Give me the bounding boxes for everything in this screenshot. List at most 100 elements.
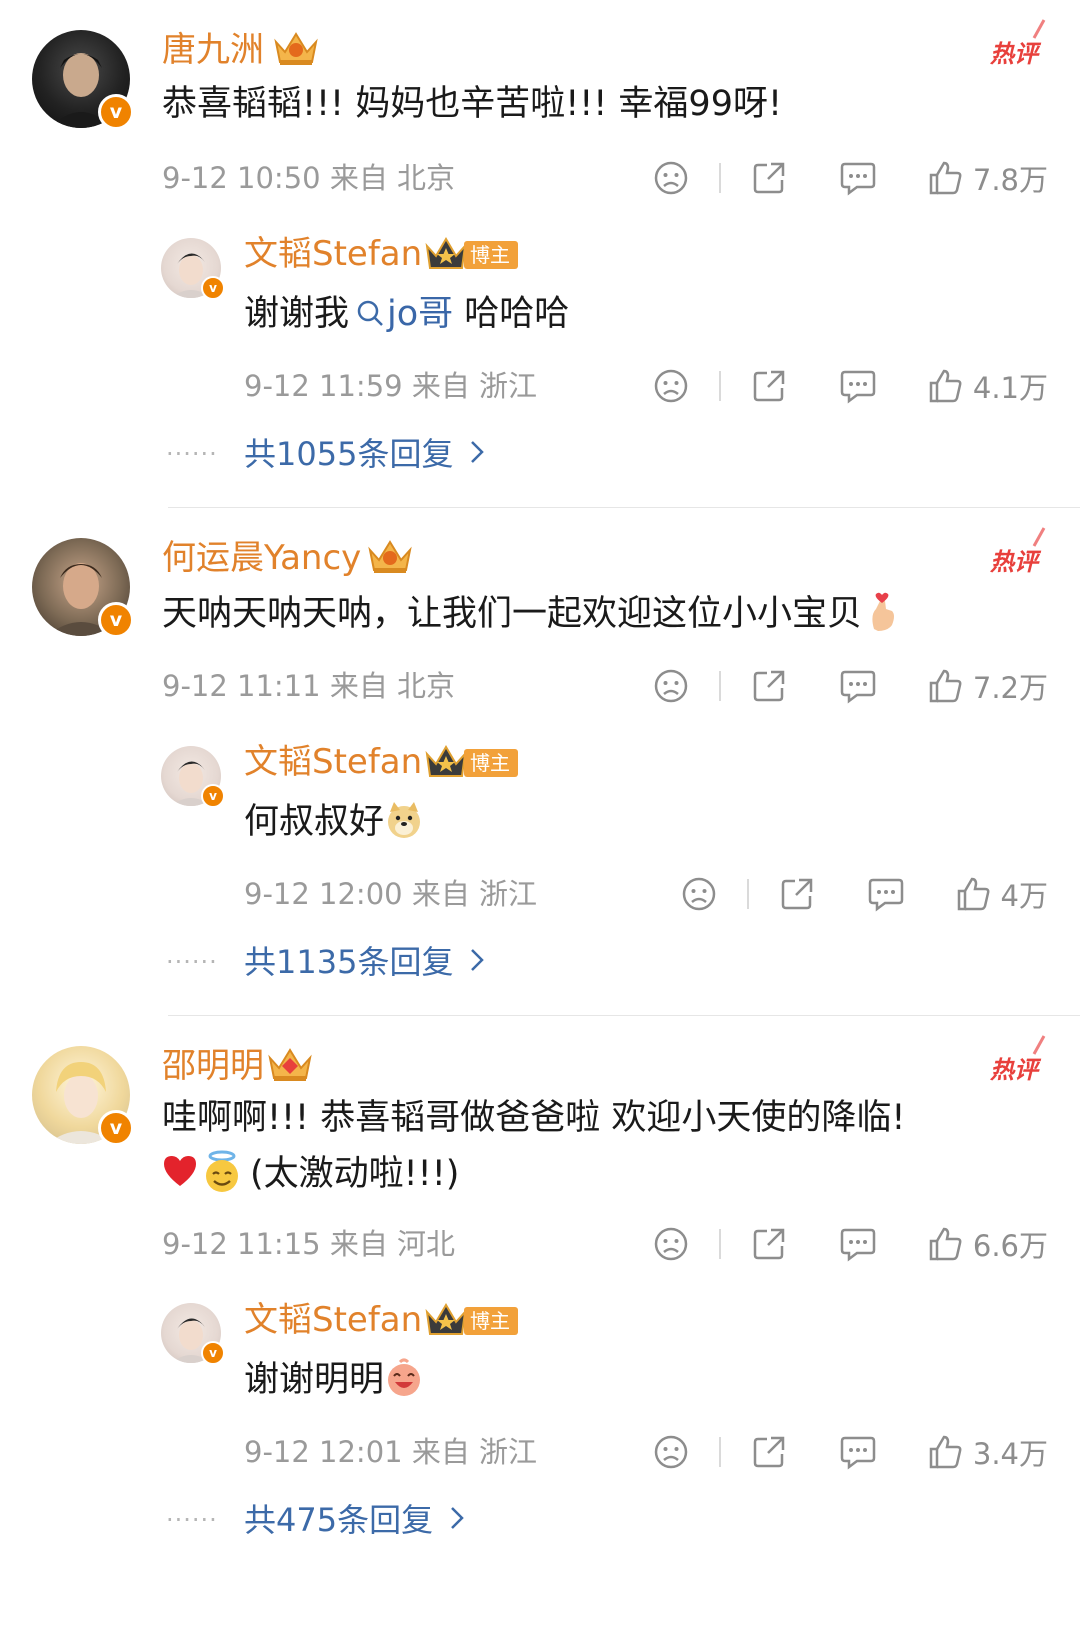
thumbs-up-icon[interactable] (927, 668, 963, 704)
comment-actions: 7.8万 (653, 158, 1048, 198)
like-count: 4.1万 (972, 371, 1048, 405)
sad-face-icon[interactable] (653, 1226, 689, 1262)
comment-icon[interactable] (839, 368, 877, 404)
laughing-emoji-icon (388, 1358, 421, 1396)
comment-icon[interactable] (839, 160, 877, 196)
verified-v-badge-icon: v (98, 1110, 134, 1146)
avatar[interactable]: v (161, 746, 225, 808)
dots-separator: ······ (166, 948, 218, 976)
comment-actions: 6.6万 (653, 1224, 1048, 1264)
angel-face-emoji-icon (206, 1150, 238, 1192)
thumbs-up-icon[interactable] (955, 876, 991, 912)
chevron-right-icon (471, 949, 485, 971)
crown-icon (274, 32, 318, 65)
hot-comment-badge: 热评 (990, 1035, 1046, 1085)
reply-actions: 3.4万 (653, 1432, 1048, 1472)
share-icon[interactable] (751, 160, 787, 196)
reply-meta: 9-12 12:01 来自 浙江 (244, 1435, 538, 1469)
avatar[interactable]: v (32, 538, 134, 638)
divider (746, 879, 749, 909)
comment-text-line-2: (太激动啦!!!) (162, 1146, 459, 1202)
thumbs-up-icon[interactable] (927, 1226, 963, 1262)
divider (718, 1229, 721, 1259)
reply-username[interactable]: 文韬Stefan (244, 234, 422, 274)
reply-username[interactable]: 文韬Stefan (244, 742, 422, 782)
like-count: 7.2万 (972, 671, 1048, 705)
like-count: 6.6万 (972, 1229, 1048, 1263)
like-count: 4万 (1000, 879, 1048, 913)
comment-meta: 9-12 11:11 来自 北京 (162, 669, 456, 703)
comment-text: 恭喜韬韬!!! 妈妈也辛苦啦!!! 幸福99呀! (162, 84, 783, 124)
comment-meta: 9-12 11:15 来自 河北 (162, 1227, 456, 1261)
crown-icon (425, 1303, 467, 1335)
comment-actions: 7.2万 (653, 666, 1048, 706)
avatar[interactable]: v (161, 1303, 225, 1365)
share-icon[interactable] (779, 876, 815, 912)
comment-icon[interactable] (839, 1226, 877, 1262)
thumbs-up-icon[interactable] (927, 1434, 963, 1470)
reply-text: 何叔叔好 (244, 794, 424, 850)
reply-actions: 4万 (681, 874, 1048, 914)
thumbs-up-icon[interactable] (927, 368, 963, 404)
crown-icon (368, 540, 412, 573)
sad-face-icon[interactable] (653, 160, 689, 196)
crown-icon (425, 237, 467, 269)
chevron-right-icon (451, 1507, 464, 1529)
sad-face-icon[interactable] (653, 1434, 689, 1470)
blogger-tag: 博主 (464, 749, 518, 777)
more-replies-link[interactable]: 共475条回复 (244, 1500, 465, 1540)
sad-face-icon[interactable] (681, 876, 717, 912)
reply-text-prefix: 谢谢我 (244, 294, 350, 334)
comment-icon[interactable] (839, 668, 877, 704)
more-replies-link[interactable]: 共1135条回复 (244, 942, 485, 982)
like-count: 3.4万 (972, 1437, 1048, 1471)
divider (168, 1015, 1080, 1016)
divider (718, 163, 721, 193)
dots-separator: ······ (166, 1506, 218, 1534)
comment-meta: 9-12 10:50 来自 北京 (162, 161, 456, 195)
avatar[interactable]: v (161, 238, 225, 300)
crown-icon (425, 745, 467, 777)
finger-heart-emoji-icon (872, 592, 895, 631)
divider (718, 371, 721, 401)
verified-v-badge-icon: v (201, 784, 225, 808)
reply-actions: 4.1万 (653, 366, 1048, 406)
divider (168, 507, 1080, 508)
divider (718, 1437, 721, 1467)
blogger-tag: 博主 (464, 1307, 518, 1335)
reply-text: 谢谢明明 (244, 1352, 424, 1408)
comment-icon[interactable] (839, 1434, 877, 1470)
hot-comment-badge: 热评 (990, 19, 1046, 69)
share-icon[interactable] (751, 1434, 787, 1470)
sad-face-icon[interactable] (653, 668, 689, 704)
reply-text: 谢谢我 jo哥 哈哈哈 (244, 294, 570, 334)
comment-text: 哇啊啊!!! 恭喜韬哥做爸爸啦 欢迎小天使的降临! (162, 1098, 906, 1138)
doge-emoji-icon (388, 802, 421, 838)
comment-icon[interactable] (867, 876, 905, 912)
avatar[interactable]: v (32, 1046, 134, 1146)
comment-username[interactable]: 唐九洲 (162, 30, 264, 70)
reply-meta: 9-12 11:59 来自 浙江 (244, 369, 538, 403)
share-icon[interactable] (751, 1226, 787, 1262)
chevron-right-icon (471, 441, 485, 463)
verified-v-badge-icon: v (201, 276, 225, 300)
reply-username[interactable]: 文韬Stefan (244, 1300, 422, 1340)
comment-text: 天呐天呐天呐，让我们一起欢迎这位小小宝贝 (162, 586, 900, 642)
comment-username[interactable]: 何运晨Yancy (162, 538, 361, 578)
mention-link[interactable]: jo哥 (349, 294, 453, 334)
more-replies-link[interactable]: 共1055条回复 (244, 434, 485, 474)
hot-comment-badge: 热评 (990, 527, 1046, 577)
blogger-tag: 博主 (464, 241, 518, 269)
red-heart-emoji-icon (164, 1156, 196, 1186)
share-icon[interactable] (751, 668, 787, 704)
sad-face-icon[interactable] (653, 368, 689, 404)
crown-icon (268, 1048, 312, 1081)
share-icon[interactable] (751, 368, 787, 404)
thumbs-up-icon[interactable] (927, 160, 963, 196)
like-count: 7.8万 (972, 163, 1048, 197)
comment-username[interactable]: 邵明明 (162, 1046, 264, 1086)
verified-v-badge-icon: v (201, 1341, 225, 1365)
reply-meta: 9-12 12:00 来自 浙江 (244, 877, 538, 911)
avatar[interactable]: v (32, 30, 134, 130)
verified-v-badge-icon: v (98, 94, 134, 130)
